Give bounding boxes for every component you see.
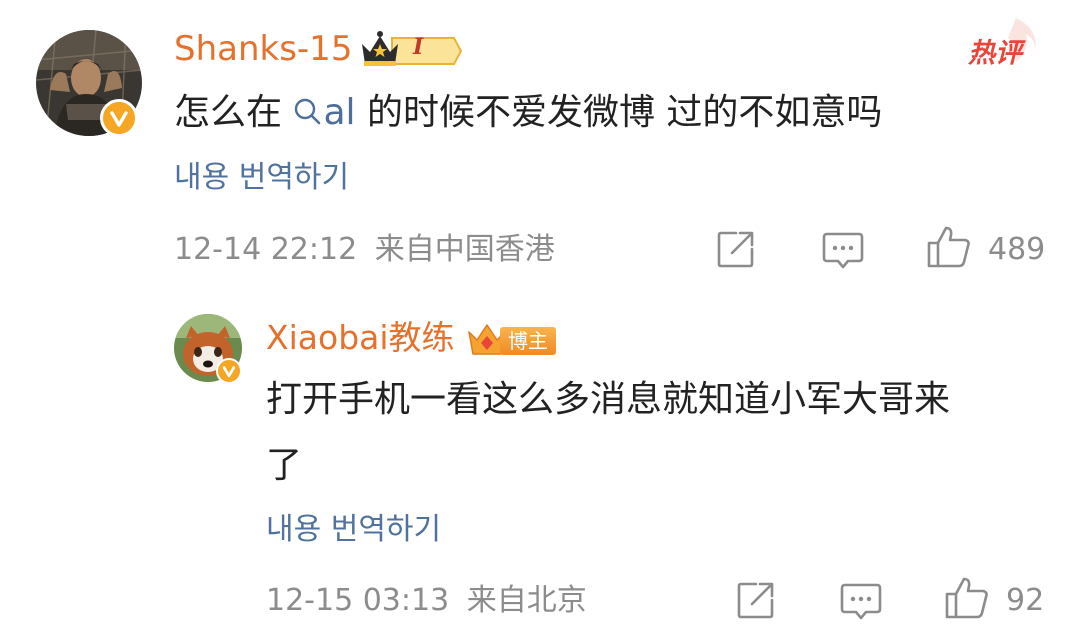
reply-location: 来自北京 (466, 583, 587, 618)
share-icon[interactable] (716, 229, 756, 269)
reply-text-line2: 了 (266, 445, 303, 486)
search-icon (293, 93, 323, 139)
username[interactable]: Shanks-15 (174, 28, 352, 70)
search-link[interactable]: al (293, 92, 356, 133)
location: 来自中国香港 (374, 232, 555, 267)
reply-translate-link[interactable]: 내용 번역하기 (266, 510, 441, 550)
reply-share-icon[interactable] (736, 580, 776, 620)
like-count: 489 (988, 232, 1046, 267)
reply-like-count: 92 (1006, 583, 1045, 618)
verified-icon (100, 99, 138, 137)
hot-comment-label: 热评 (968, 38, 1022, 69)
hot-comment-icon: 热评 (966, 14, 1046, 74)
blogger-badge-label: 博主 (500, 327, 556, 355)
timestamp: 12-14 22:12 (174, 232, 358, 267)
reply-like-icon[interactable] (944, 575, 990, 621)
reply-text-line1: 打开手机一看这么多消息就知道小军大哥来 (266, 379, 951, 420)
like-icon[interactable] (926, 224, 972, 270)
comment-text: 怎么在 al 的时候不爱发微博 过的不如意吗 (174, 90, 882, 139)
crown-level-icon: I (358, 26, 463, 70)
verified-icon (216, 358, 242, 384)
comment-icon[interactable] (822, 231, 864, 271)
blogger-badge: 博主 (466, 322, 558, 358)
reply-meta: 12-15 03:13 来自北京 (266, 581, 587, 621)
reply-timestamp: 12-15 03:13 (266, 583, 450, 618)
reply-username[interactable]: Xiaobai教练 (266, 317, 455, 359)
reply-comment-icon[interactable] (840, 582, 882, 622)
translate-link[interactable]: 내용 번역하기 (174, 158, 349, 198)
level-badge-text: I (413, 34, 424, 60)
comment-meta: 12-14 22:12 来自中国香港 (174, 230, 555, 270)
